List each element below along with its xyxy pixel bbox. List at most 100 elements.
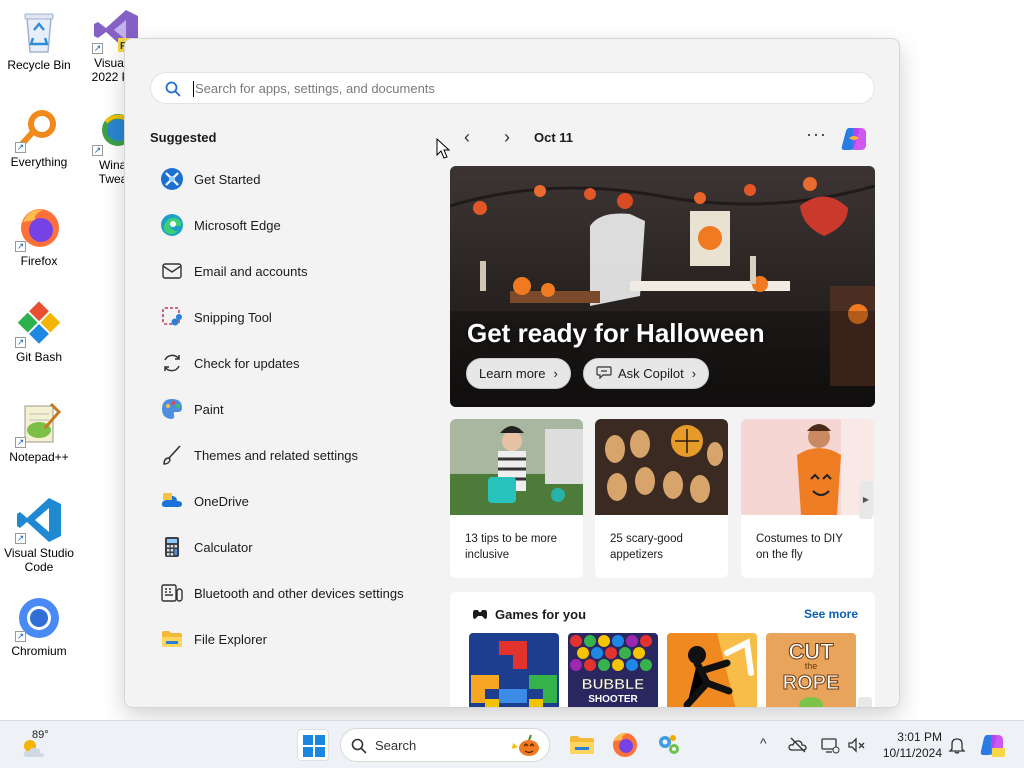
- recycle-bin-icon: [15, 8, 63, 56]
- block-puzzle-game-tile[interactable]: [469, 633, 559, 707]
- suggested-item-themes[interactable]: Themes and related settings: [150, 432, 430, 478]
- suggested-item-file-explorer[interactable]: File Explorer: [150, 616, 430, 662]
- taskbar-start-button[interactable]: [297, 729, 329, 761]
- notification-bell-icon[interactable]: [948, 736, 966, 754]
- suggested-item-get-started[interactable]: Get Started: [150, 156, 430, 202]
- suggested-item-calculator[interactable]: Calculator: [150, 524, 430, 570]
- card-image: [741, 419, 874, 515]
- folder-icon: [570, 736, 594, 754]
- cards-scroll-right-button[interactable]: ▶: [859, 481, 873, 519]
- gears-icon: [659, 735, 679, 754]
- copilot-icon[interactable]: [839, 124, 869, 154]
- cut-the-rope-game-tile[interactable]: CUT the ROPE: [766, 633, 856, 707]
- brush-icon: [160, 443, 184, 467]
- hero-card-halloween[interactable]: Get ready for Halloween Learn more › Ask…: [450, 166, 875, 407]
- desktop-icon-notepad-plus-plus[interactable]: ↗ Notepad++: [1, 400, 77, 464]
- suggested-item-label: Email and accounts: [194, 263, 308, 279]
- suggested-item-check-updates[interactable]: Check for updates: [150, 340, 430, 386]
- windows-logo-icon: [303, 735, 325, 757]
- stickman-game-tile[interactable]: [667, 633, 757, 707]
- suggested-item-label: File Explorer: [194, 631, 267, 647]
- clock-time: 3:01 PM: [897, 730, 942, 744]
- suggested-item-bluetooth-devices[interactable]: Bluetooth and other devices settings: [150, 570, 430, 616]
- desktop-icon-recycle-bin[interactable]: Recycle Bin: [1, 8, 77, 72]
- more-options-button[interactable]: ···: [806, 124, 827, 145]
- desktop-icon-label: Git Bash: [15, 350, 63, 364]
- previous-button[interactable]: ‹: [455, 126, 479, 150]
- edge-icon: [160, 213, 184, 237]
- volume-muted-icon[interactable]: [846, 735, 866, 755]
- suggested-item-label: Check for updates: [194, 355, 300, 371]
- desktop-icon-firefox[interactable]: ↗ Firefox: [1, 204, 77, 268]
- tray-overflow-chevron-icon[interactable]: ^: [760, 735, 767, 751]
- suggested-item-paint[interactable]: Paint: [150, 386, 430, 432]
- suggested-item-label: Get Started: [194, 171, 261, 187]
- weather-widget[interactable]: 89°: [18, 727, 68, 763]
- clock[interactable]: 3:01 PM 10/11/2024: [883, 729, 942, 761]
- onedrive-offline-icon[interactable]: [788, 735, 808, 755]
- taskbar-file-explorer[interactable]: [566, 729, 598, 761]
- taskbar-search-box[interactable]: Search: [340, 728, 550, 762]
- shortcut-arrow-icon: ↗: [15, 241, 26, 252]
- halloween-pumpkin-icon: [512, 734, 539, 756]
- hero-title: Get ready for Halloween: [467, 318, 765, 348]
- desktop-icon-everything[interactable]: ↗ Everything: [1, 105, 77, 169]
- bubble-shooter-title-line2: SHOOTER: [588, 694, 638, 705]
- desktop-icon-label: Recycle Bin: [7, 58, 71, 72]
- desktop-icon-git-bash[interactable]: ↗ Git Bash: [1, 300, 77, 364]
- suggested-item-label: Themes and related settings: [194, 447, 359, 463]
- learn-more-button[interactable]: Learn more ›: [466, 358, 571, 389]
- desktop-icon-chromium[interactable]: ↗ Chromium: [1, 594, 77, 658]
- suggested-item-email-accounts[interactable]: Email and accounts: [150, 248, 430, 294]
- ask-copilot-label: Ask Copilot: [618, 366, 684, 381]
- devices-icon: [160, 581, 184, 605]
- games-heading: Games for you: [495, 607, 587, 622]
- shortcut-arrow-icon: ↗: [92, 145, 103, 156]
- desktop-icon-label: Visual Studio Code: [4, 546, 74, 574]
- shortcut-arrow-icon: ↗: [15, 631, 26, 642]
- network-icon[interactable]: [820, 735, 840, 755]
- suggested-item-microsoft-edge[interactable]: Microsoft Edge: [150, 202, 430, 248]
- firefox-icon: ↗: [15, 204, 63, 252]
- onedrive-icon: [160, 489, 184, 513]
- desktop-icon-vscode[interactable]: ↗ Visual Studio Code: [1, 496, 77, 574]
- suggested-item-snipping-tool[interactable]: Snipping Tool: [150, 294, 430, 340]
- news-card-inclusive-tips[interactable]: 13 tips to be more inclusive: [450, 419, 583, 578]
- see-more-link[interactable]: See more: [804, 607, 858, 621]
- cut-the-rope-title-line2: ROPE: [783, 672, 840, 694]
- taskbar-app-settings-gears[interactable]: [653, 729, 685, 761]
- ask-copilot-button[interactable]: Ask Copilot ›: [583, 358, 710, 389]
- suggested-item-onedrive[interactable]: OneDrive: [150, 478, 430, 524]
- start-search-box[interactable]: [150, 72, 875, 104]
- notepad-plus-plus-icon: ↗: [15, 400, 63, 448]
- next-button[interactable]: ›: [495, 126, 519, 150]
- copilot-preview-icon[interactable]: [978, 731, 1006, 759]
- bubble-shooter-game-tile[interactable]: BUBBLE SHOOTER: [568, 633, 658, 707]
- weather-temperature: 89°: [32, 729, 49, 741]
- desktop-icon-label: Firefox: [20, 254, 58, 268]
- vscode-icon: ↗: [15, 496, 63, 544]
- git-bash-icon: ↗: [15, 300, 63, 348]
- email-icon: [160, 259, 184, 283]
- feed-nav-row: ‹ › Oct 11 ···: [455, 124, 875, 152]
- mouse-cursor-icon: [436, 138, 451, 159]
- shortcut-arrow-icon: ↗: [92, 43, 103, 54]
- everything-icon: ↗: [15, 105, 63, 153]
- clock-date: 10/11/2024: [882, 746, 942, 760]
- suggested-item-label: Paint: [194, 401, 224, 417]
- file-explorer-icon: [160, 627, 184, 651]
- start-menu: Suggested Get Started Microsoft Edge Ema…: [124, 38, 900, 708]
- games-scroll-right-button[interactable]: ▶: [858, 697, 872, 707]
- gamepad-icon: [472, 606, 488, 625]
- suggested-item-label: Bluetooth and other devices settings: [194, 585, 404, 601]
- start-search-input[interactable]: [195, 78, 845, 98]
- get-started-icon: [160, 167, 184, 191]
- games-section: Games for you See more BUBBLE SHOOTER CUT…: [450, 592, 875, 707]
- taskbar-firefox[interactable]: [609, 729, 641, 761]
- chevron-right-icon: ›: [553, 366, 558, 381]
- news-card-appetizers[interactable]: 25 scary-good appetizers: [595, 419, 728, 578]
- firefox-icon: [613, 732, 637, 757]
- news-card-costumes[interactable]: Costumes to DIY on the fly: [741, 419, 874, 578]
- learn-more-label: Learn more: [479, 366, 546, 381]
- shortcut-arrow-icon: ↗: [15, 337, 26, 348]
